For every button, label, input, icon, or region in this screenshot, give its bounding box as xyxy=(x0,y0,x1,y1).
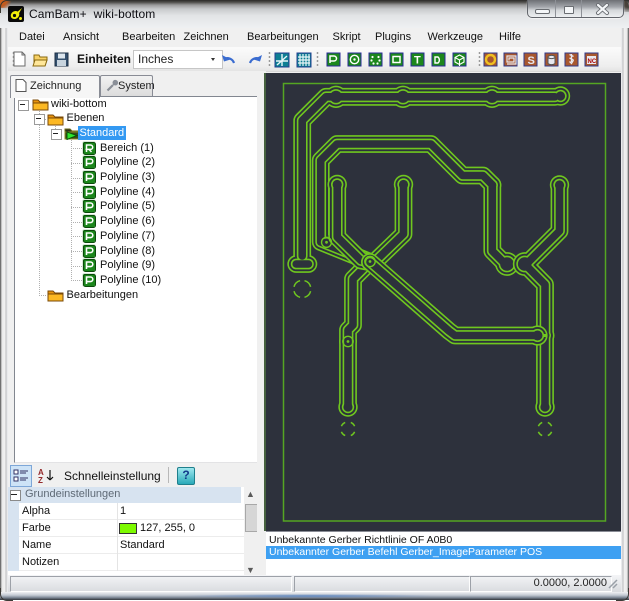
svg-text:Z: Z xyxy=(38,476,43,484)
svg-text:T: T xyxy=(414,55,421,67)
svg-text:NC: NC xyxy=(588,59,597,65)
svg-text:S: S xyxy=(528,55,535,67)
